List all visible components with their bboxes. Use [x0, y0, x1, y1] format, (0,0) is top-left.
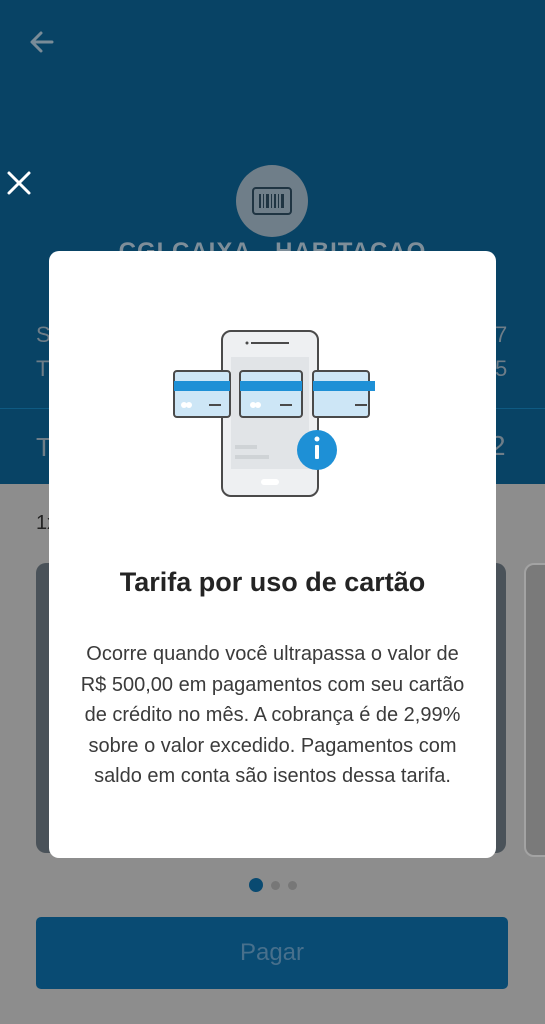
phone-cards-illustration — [173, 330, 375, 497]
barcode-icon — [252, 187, 292, 215]
detail-label-2: T — [36, 356, 50, 381]
carousel-pagination — [0, 878, 545, 892]
close-icon — [7, 171, 31, 195]
pay-button[interactable]: Pagar — [36, 917, 508, 989]
pagination-dot[interactable] — [287, 880, 297, 890]
arrow-back-icon — [30, 31, 54, 53]
card-option-next[interactable] — [524, 563, 545, 857]
modal-title: Tarifa por uso de cartão — [119, 567, 426, 597]
pagination-dot-active[interactable] — [248, 878, 263, 892]
pagination-dot[interactable] — [270, 880, 280, 890]
detail-value-1: 7 — [495, 322, 508, 347]
back-button[interactable] — [24, 24, 60, 60]
detail-value-2: 5 — [495, 356, 508, 381]
card-fee-info-modal: Tarifa por uso de cartão Ocorre quando v… — [49, 251, 496, 858]
close-button[interactable] — [4, 168, 34, 198]
modal-description: Ocorre quando você ultrapassa o valor de… — [80, 643, 465, 787]
biller-avatar — [236, 165, 308, 237]
